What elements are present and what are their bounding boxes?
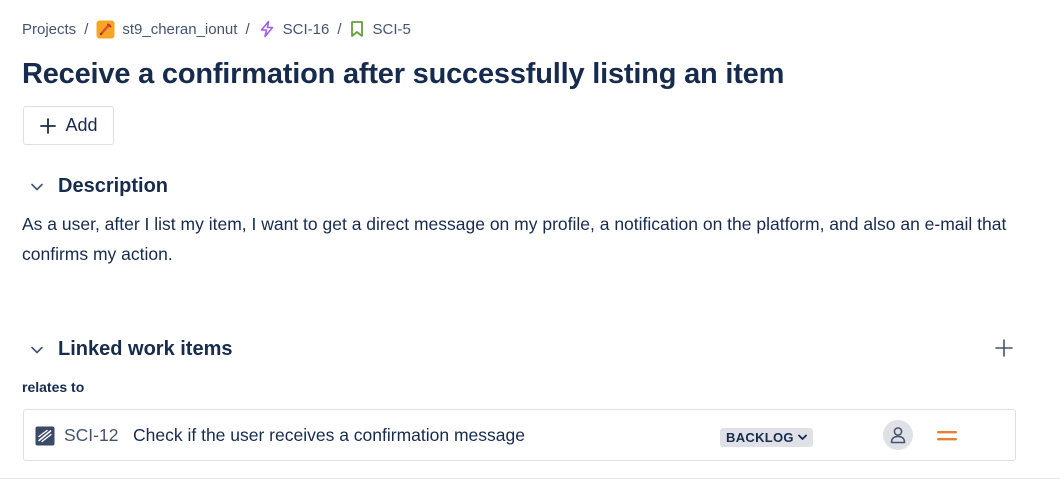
chevron-down-icon bbox=[797, 434, 807, 441]
add-button[interactable]: Add bbox=[23, 106, 114, 145]
linked-item-summary[interactable]: Check if the user receives a confirmatio… bbox=[133, 425, 525, 446]
task-icon bbox=[35, 426, 55, 446]
project-avatar-icon bbox=[96, 20, 115, 39]
chevron-down-icon bbox=[28, 183, 46, 191]
breadcrumb-story-label: SCI-5 bbox=[372, 20, 411, 38]
add-linked-item-button[interactable] bbox=[992, 338, 1016, 362]
plus-icon bbox=[994, 338, 1014, 363]
breadcrumb-story[interactable]: SCI-5 bbox=[349, 20, 411, 38]
breadcrumb-project-label: st9_cheran_ionut bbox=[122, 20, 238, 38]
description-heading: Description bbox=[58, 175, 169, 197]
breadcrumb-projects-label: Projects bbox=[22, 20, 77, 38]
breadcrumb-epic[interactable]: SCI-16 bbox=[258, 20, 330, 38]
breadcrumb-separator: / bbox=[245, 20, 250, 38]
epic-lightning-icon bbox=[258, 20, 276, 38]
story-bookmark-icon bbox=[349, 20, 365, 38]
breadcrumb-projects[interactable]: Projects bbox=[22, 21, 76, 38]
description-body[interactable]: As a user, after I list my item, I want … bbox=[22, 209, 1012, 269]
issue-title[interactable]: Receive a confirmation after successfull… bbox=[22, 58, 784, 91]
add-button-label: Add bbox=[65, 115, 98, 135]
breadcrumb-separator: / bbox=[337, 20, 342, 38]
divider bbox=[0, 478, 1060, 479]
linked-items-heading: Linked work items bbox=[58, 338, 233, 360]
linked-item-key[interactable]: SCI-12 bbox=[64, 425, 118, 446]
linked-items-toggle[interactable]: Linked work items bbox=[28, 338, 233, 361]
breadcrumb-epic-label: SCI-16 bbox=[282, 20, 330, 38]
status-dropdown[interactable]: BACKLOG bbox=[720, 428, 813, 447]
description-toggle[interactable]: Description bbox=[28, 175, 168, 198]
breadcrumb: Projects / st9_cheran_ionut / SCI-16 / S… bbox=[22, 18, 411, 40]
breadcrumb-project[interactable]: st9_cheran_ionut bbox=[96, 20, 237, 39]
plus-icon bbox=[39, 117, 57, 135]
breadcrumb-separator: / bbox=[84, 20, 89, 38]
priority-medium-icon bbox=[936, 426, 958, 446]
chevron-down-icon bbox=[28, 346, 46, 354]
unassigned-avatar-icon[interactable] bbox=[883, 420, 913, 450]
status-label: BACKLOG bbox=[726, 430, 794, 445]
link-relation-label: relates to bbox=[22, 379, 85, 395]
linked-item-row[interactable]: SCI-12 Check if the user receives a conf… bbox=[23, 409, 1016, 461]
issue-view: Projects / st9_cheran_ionut / SCI-16 / S… bbox=[0, 0, 1060, 480]
